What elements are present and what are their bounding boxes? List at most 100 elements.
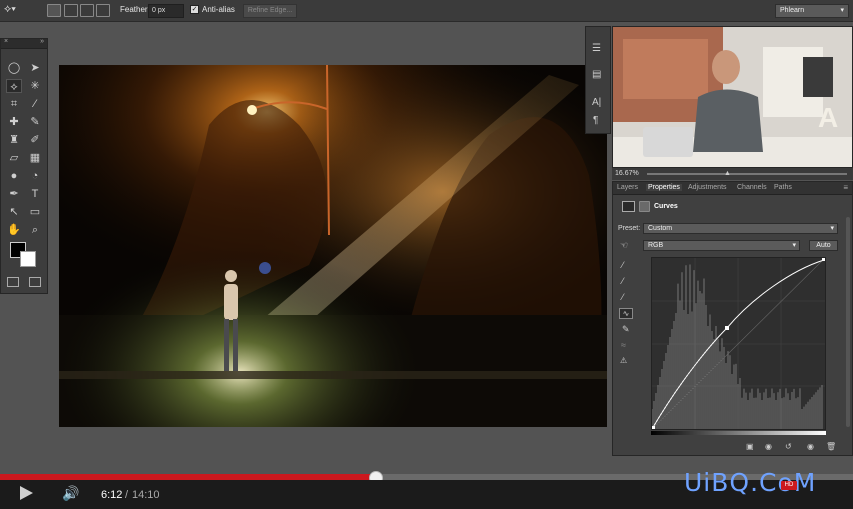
tools-panel-header[interactable]: » × — [1, 38, 47, 49]
close-icon[interactable]: × — [4, 38, 8, 45]
tools-panel: » × ◯ ➤ ⟡ ✳ ⌗ ⁄ ✚ ✎ ♜ ✐ ▱ ▦ ● ◔ ✒ T ↖ ▭ … — [0, 38, 48, 294]
feather-input[interactable]: 0 px — [148, 4, 184, 18]
zoom-icon[interactable]: ⌕ — [27, 223, 43, 237]
panel-footer-icons: ▣ ◉ ↺ ◉ 🗑 — [743, 442, 853, 454]
clip-to-layer-icon[interactable]: ▣ — [746, 442, 754, 451]
sample-highlight-eyedropper-icon[interactable]: ⁄ — [622, 292, 624, 302]
tab-adjustments[interactable]: Adjustments — [688, 184, 727, 191]
preset-select[interactable]: Custom ▾ — [643, 223, 838, 234]
magic-wand-icon[interactable]: ✳ — [27, 79, 43, 93]
pen-icon[interactable]: ✒ — [6, 187, 22, 201]
brush-icon[interactable]: ✎ — [27, 115, 43, 129]
tab-paths[interactable]: Paths — [774, 184, 792, 191]
lasso-tool-preset-icon[interactable]: ⟡▾ — [4, 3, 30, 18]
current-time: 6:12 — [101, 489, 123, 501]
zoom-readout: 16.67% — [615, 170, 639, 177]
history-brush-icon[interactable]: ✐ — [27, 133, 43, 147]
channel-value: RGB — [648, 242, 664, 249]
clipping-warning-icon[interactable]: ⚠ — [620, 356, 627, 365]
character-icon[interactable]: A| — [592, 97, 601, 108]
polygonal-lasso-icon[interactable]: ⟡ — [6, 79, 22, 93]
presenter-image: A — [613, 27, 852, 167]
healing-brush-icon[interactable]: ✚ — [6, 115, 22, 129]
marquee-icon[interactable]: ◯ — [6, 61, 22, 75]
move-icon[interactable]: ➤ — [27, 61, 43, 75]
workspace-value: Phlearn — [780, 7, 805, 14]
crop-icon[interactable]: ⌗ — [6, 97, 22, 111]
subtract-selection-icon[interactable] — [80, 4, 94, 17]
chevron-down-icon: ▾ — [840, 7, 844, 14]
view-previous-icon[interactable]: ◉ — [765, 442, 772, 451]
paragraph-icon[interactable]: ¶ — [593, 115, 598, 126]
black-point[interactable] — [651, 426, 655, 430]
svg-text:A: A — [818, 102, 838, 133]
night-photo — [59, 65, 607, 427]
video-scrubber[interactable] — [647, 173, 847, 175]
smooth-icon[interactable]: ≈ — [621, 340, 626, 350]
chevron-down-icon: ▾ — [792, 242, 796, 249]
hd-badge[interactable]: HD — [781, 481, 797, 490]
collapse-icon[interactable]: » — [40, 38, 44, 45]
play-icon[interactable] — [20, 486, 33, 500]
background-color-swatch[interactable] — [20, 251, 36, 267]
curve-points-icon[interactable]: ∿ — [619, 308, 633, 319]
document-canvas[interactable] — [59, 65, 607, 427]
auto-button[interactable]: Auto — [809, 240, 838, 251]
workspace-select[interactable]: Phlearn ▾ — [775, 4, 849, 18]
curves-histogram — [651, 257, 826, 430]
curves-title: Curves — [654, 203, 678, 210]
antialias-label: Anti-alias — [202, 5, 235, 14]
delete-icon[interactable]: 🗑 — [826, 442, 836, 451]
chevron-down-icon: ▾ — [830, 225, 834, 232]
screen-mode-icon[interactable] — [29, 277, 41, 287]
sample-shadow-eyedropper-icon[interactable]: ⁄ — [622, 260, 624, 270]
duration: 14:10 — [132, 489, 160, 501]
sample-gray-eyedropper-icon[interactable]: ⁄ — [622, 276, 624, 286]
quick-mask-icon[interactable] — [7, 277, 19, 287]
tab-channels[interactable]: Channels — [737, 184, 767, 191]
white-point[interactable] — [822, 257, 826, 261]
eyedropper-icon[interactable]: ⁄ — [27, 97, 43, 111]
visibility-icon[interactable]: ◉ — [807, 442, 814, 451]
options-bar: ⟡▾ Feather: 0 px ✓ Anti-alias Refine Edg… — [0, 0, 853, 22]
panel-scrollbar[interactable] — [846, 217, 850, 427]
tab-layers[interactable]: Layers — [617, 184, 638, 191]
feather-label: Feather: — [120, 5, 150, 14]
preset-value: Custom — [648, 225, 673, 232]
type-icon[interactable]: T — [27, 187, 43, 201]
presenter-video: A — [612, 26, 853, 168]
pencil-icon[interactable]: ✎ — [622, 324, 630, 335]
time-separator: / — [125, 489, 129, 501]
path-select-icon[interactable]: ↖ — [6, 205, 22, 219]
rectangle-icon[interactable]: ▭ — [27, 205, 43, 219]
eraser-icon[interactable]: ▱ — [6, 151, 22, 165]
dodge-icon[interactable]: ◔ — [27, 169, 43, 183]
blur-icon[interactable]: ● — [6, 169, 22, 183]
preset-label: Preset: — [618, 225, 641, 232]
intersect-selection-icon[interactable] — [96, 4, 110, 17]
curve-point[interactable] — [725, 326, 729, 330]
add-selection-icon[interactable] — [64, 4, 78, 17]
hand-icon[interactable]: ✋ — [6, 223, 22, 237]
panel-menu-icon[interactable]: ≡ — [843, 183, 848, 192]
new-selection-icon[interactable] — [47, 4, 61, 17]
curves-graph[interactable] — [651, 257, 826, 430]
tab-properties[interactable]: Properties — [646, 184, 682, 191]
volume-icon[interactable]: 🔊 — [62, 485, 79, 502]
clone-stamp-icon[interactable]: ♜ — [6, 133, 22, 147]
video-scrubber-handle[interactable]: ▲ — [724, 170, 731, 177]
gradient-icon[interactable]: ▦ — [27, 151, 43, 165]
video-zoom-bar: 16.67% ▲ — [612, 168, 853, 180]
input-gradient-bar — [651, 431, 826, 435]
panel-dock: ☰ ▤ A| ¶ — [585, 26, 611, 134]
antialias-checkbox[interactable]: ✓ — [190, 5, 199, 14]
target-adjust-icon[interactable]: ☜ — [620, 240, 628, 251]
adjust-icon[interactable]: ☰ — [592, 43, 601, 54]
layers-comp-icon[interactable]: ▤ — [592, 69, 601, 80]
layer-mask-icon[interactable] — [639, 201, 650, 212]
channel-select[interactable]: RGB ▾ — [643, 240, 800, 251]
panel-tabs: Layers Properties Adjustments Channels P… — [613, 182, 852, 195]
curves-adjustment-icon — [622, 201, 635, 212]
refine-edge-button[interactable]: Refine Edge... — [243, 4, 297, 18]
reset-icon[interactable]: ↺ — [785, 442, 792, 451]
